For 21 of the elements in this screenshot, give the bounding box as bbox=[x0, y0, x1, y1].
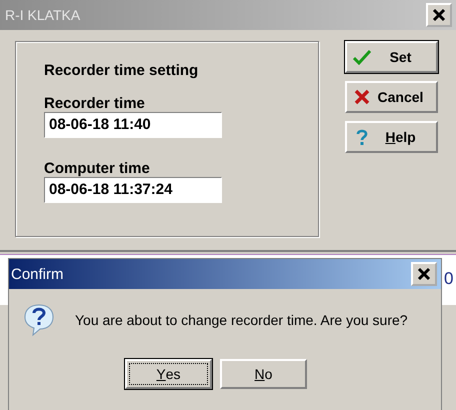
field-label: Computer time bbox=[44, 160, 151, 177]
time-field[interactable]: 08-06-18 11:40 bbox=[44, 112, 222, 138]
field-label: Recorder time bbox=[44, 95, 146, 112]
dialog-button[interactable]: Help bbox=[345, 121, 438, 153]
background-text: 0 bbox=[444, 269, 454, 289]
close-button[interactable] bbox=[426, 3, 452, 27]
close-icon bbox=[417, 267, 431, 281]
close-icon bbox=[432, 8, 446, 22]
dialog-button[interactable]: No bbox=[220, 359, 307, 389]
dialog-button[interactable]: Cancel bbox=[345, 81, 438, 113]
check-icon bbox=[353, 49, 371, 65]
group-heading: Recorder time setting bbox=[44, 62, 200, 79]
time-field[interactable]: 08-06-18 11:37:24 bbox=[44, 177, 222, 203]
question-icon bbox=[23, 303, 55, 337]
dialog-button[interactable]: Yes bbox=[125, 359, 212, 389]
close-button[interactable] bbox=[411, 262, 437, 286]
window-title: R-I KLATKA bbox=[5, 7, 80, 23]
message-text: You are about to change recorder time. Are you sure? bbox=[75, 312, 408, 328]
cross-icon bbox=[353, 89, 371, 105]
dialog-button[interactable]: Set bbox=[345, 41, 438, 73]
window-title: Confirm bbox=[11, 266, 64, 282]
